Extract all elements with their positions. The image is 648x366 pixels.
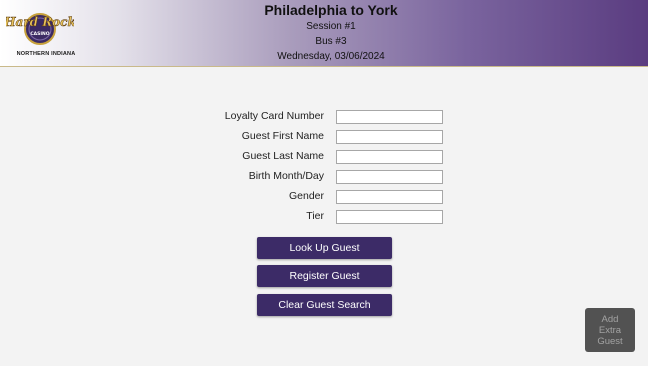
birth-date-input[interactable] bbox=[336, 170, 443, 184]
birth-date-row: Birth Month/Day bbox=[200, 167, 460, 187]
header-bar: Hard Rock CASINO NORTHERN INDIANA Philad… bbox=[0, 0, 648, 67]
first-name-input[interactable] bbox=[336, 130, 443, 144]
tier-label: Tier bbox=[306, 210, 324, 222]
last-name-label: Guest Last Name bbox=[242, 150, 324, 162]
gender-row: Gender bbox=[200, 187, 460, 207]
page-title: Philadelphia to York bbox=[264, 2, 398, 18]
add-extra-guest-line-1: Add bbox=[601, 313, 619, 325]
gender-label: Gender bbox=[288, 190, 324, 202]
logo-casino-text: CASINO bbox=[30, 31, 49, 37]
first-name-label: Guest First Name bbox=[241, 130, 324, 142]
hard-rock-logo: Hard Rock CASINO NORTHERN INDIANA bbox=[3, 8, 76, 62]
last-name-row: Guest Last Name bbox=[200, 147, 460, 167]
logo-wordmark: Hard Rock bbox=[6, 15, 74, 29]
last-name-input[interactable] bbox=[336, 150, 443, 164]
loyalty-card-input[interactable] bbox=[336, 110, 443, 124]
session-label: Session #1 bbox=[306, 21, 356, 32]
clear-guest-search-button[interactable]: Clear Guest Search bbox=[257, 294, 392, 316]
gender-input[interactable] bbox=[336, 190, 443, 204]
trip-info: Philadelphia to York Session #1 Bus #3 W… bbox=[231, 2, 431, 64]
bus-label: Bus #3 bbox=[315, 36, 347, 47]
birth-date-label: Birth Month/Day bbox=[248, 170, 324, 182]
tier-input[interactable] bbox=[336, 210, 443, 224]
hard-rock-logo-graphic: Hard Rock CASINO bbox=[3, 13, 76, 45]
loyalty-card-row: Loyalty Card Number bbox=[200, 107, 460, 127]
first-name-row: Guest First Name bbox=[200, 127, 460, 147]
add-extra-guest-line-2: Extra bbox=[598, 324, 622, 336]
logo-subtitle: NORTHERN INDIANA bbox=[16, 51, 76, 57]
add-extra-guest-button[interactable]: Add Extra Guest bbox=[585, 308, 635, 352]
date-label: Wednesday, 03/06/2024 bbox=[277, 51, 385, 62]
register-guest-button[interactable]: Register Guest bbox=[257, 265, 392, 287]
tier-row: Tier bbox=[200, 207, 460, 227]
loyalty-card-label: Loyalty Card Number bbox=[224, 110, 324, 122]
add-extra-guest-line-3: Guest bbox=[597, 335, 623, 347]
look-up-guest-button[interactable]: Look Up Guest bbox=[257, 237, 392, 259]
